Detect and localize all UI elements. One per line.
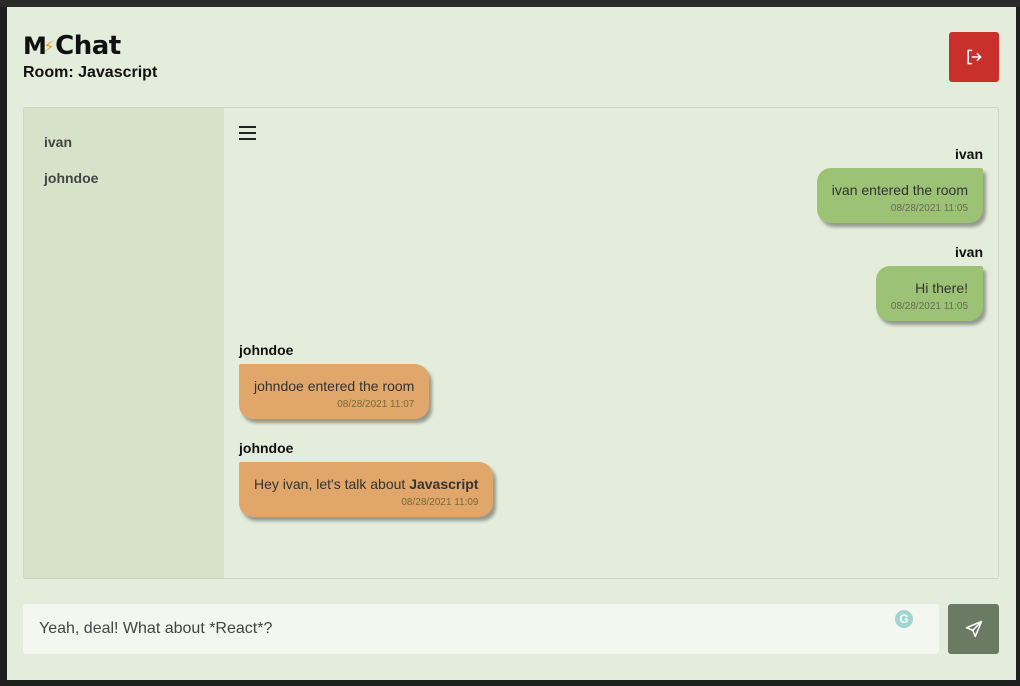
menu-icon[interactable] <box>239 124 259 142</box>
message-list: ivan ivan entered the room 08/28/2021 11… <box>224 108 998 578</box>
message-bubble: Hi there! 08/28/2021 11:05 <box>875 266 983 321</box>
message-bubble: johndoe entered the room 08/28/2021 11:0… <box>239 364 430 419</box>
logout-button[interactable] <box>949 32 999 82</box>
message-bubble: Hey ivan, let's talk about Javascript 08… <box>239 462 494 517</box>
message-input[interactable] <box>23 604 939 654</box>
logout-icon <box>967 49 982 65</box>
message: ivan ivan entered the room 08/28/2021 11… <box>816 146 983 223</box>
message: ivan Hi there! 08/28/2021 11:05 <box>875 244 983 321</box>
message-text: johndoe entered the room <box>254 378 415 394</box>
message-time: 08/28/2021 11:05 <box>890 301 968 312</box>
message-time: 08/28/2021 11:05 <box>890 203 968 214</box>
app-logo: M ⚡ Chat <box>23 31 121 61</box>
grammar-check-icon[interactable]: G <box>895 610 913 628</box>
message-author: ivan <box>954 146 983 162</box>
message-time: 08/28/2021 11:09 <box>401 497 479 508</box>
message-text-highlight: Javascript <box>409 476 479 492</box>
message-text: Hey ivan, let's talk about Javascript <box>254 476 478 492</box>
message-composer: G <box>23 604 939 654</box>
message-text: ivan entered the room <box>831 182 968 198</box>
message-author: johndoe <box>239 342 294 358</box>
chat-panel: ivan johndoe ivan ivan entered the room … <box>23 107 999 579</box>
room-title: Room: Javascript <box>23 64 158 81</box>
send-icon <box>965 620 982 638</box>
message: johndoe Hey ivan, let's talk about Javas… <box>239 440 494 517</box>
message-text: Hi there! <box>915 280 968 296</box>
message-text-prefix: Hey ivan, let's talk about <box>254 476 410 492</box>
message-time: 08/28/2021 11:07 <box>337 399 415 410</box>
message-author: johndoe <box>239 440 294 456</box>
user-item[interactable]: ivan <box>24 124 224 160</box>
bolt-icon: ⚡ <box>43 36 55 56</box>
users-sidebar: ivan johndoe <box>24 108 224 578</box>
message-author: ivan <box>954 244 983 260</box>
user-item[interactable]: johndoe <box>24 160 224 196</box>
window-top-bar <box>0 0 1020 7</box>
send-button[interactable] <box>948 604 999 654</box>
app-frame: M ⚡ Chat Room: Javascript ivan johndoe i… <box>7 7 1016 680</box>
message-bubble: ivan entered the room 08/28/2021 11:05 <box>816 168 983 223</box>
message: johndoe johndoe entered the room 08/28/2… <box>239 342 430 419</box>
logo-text: Chat <box>55 31 121 61</box>
